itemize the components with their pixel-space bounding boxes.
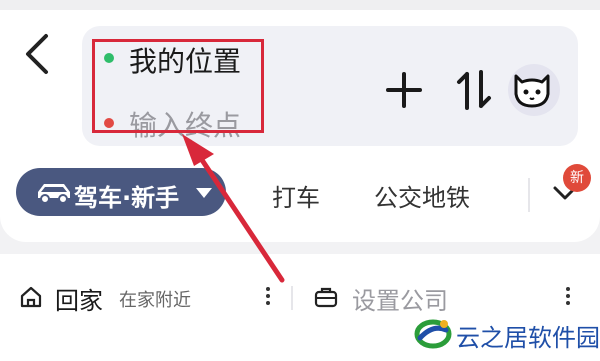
more-vertical-icon — [566, 287, 570, 305]
home-hint: 在家附近 — [119, 290, 191, 311]
mode-drive-novice-button[interactable]: 驾车·新手 — [16, 168, 226, 216]
watermark-text: 云之居软件园 — [456, 324, 600, 352]
watermark: 云之居软件园 — [410, 312, 600, 356]
new-badge: 新 — [563, 164, 591, 192]
site-logo-icon — [414, 319, 452, 349]
home-more-button[interactable] — [262, 284, 274, 308]
home-icon — [20, 286, 42, 308]
back-button[interactable] — [16, 30, 60, 78]
avatar[interactable] — [502, 58, 562, 118]
annotation-highlight-box — [92, 39, 264, 133]
more-vertical-icon — [266, 287, 270, 305]
mode-transit-tab[interactable]: 公交地铁 — [374, 178, 470, 213]
mode-taxi-tab[interactable]: 打车 — [272, 178, 320, 213]
caret-down-icon — [196, 188, 212, 198]
add-waypoint-button[interactable] — [384, 70, 424, 110]
briefcase-icon — [314, 286, 338, 308]
tab-divider — [528, 178, 530, 212]
car-icon — [38, 184, 70, 204]
back-arrow-icon — [26, 34, 48, 74]
mode-drive-label: 驾车·新手 — [74, 184, 180, 212]
swap-route-button[interactable] — [454, 68, 494, 112]
swap-icon — [457, 70, 491, 110]
shortcut-divider — [291, 286, 293, 310]
status-strip — [0, 0, 600, 10]
work-more-button[interactable] — [562, 284, 574, 308]
set-company-button[interactable]: 设置公司 — [352, 281, 448, 316]
cat-avatar-icon — [508, 64, 560, 116]
plus-icon — [386, 72, 422, 108]
go-home-button[interactable]: 回家 — [55, 281, 103, 316]
